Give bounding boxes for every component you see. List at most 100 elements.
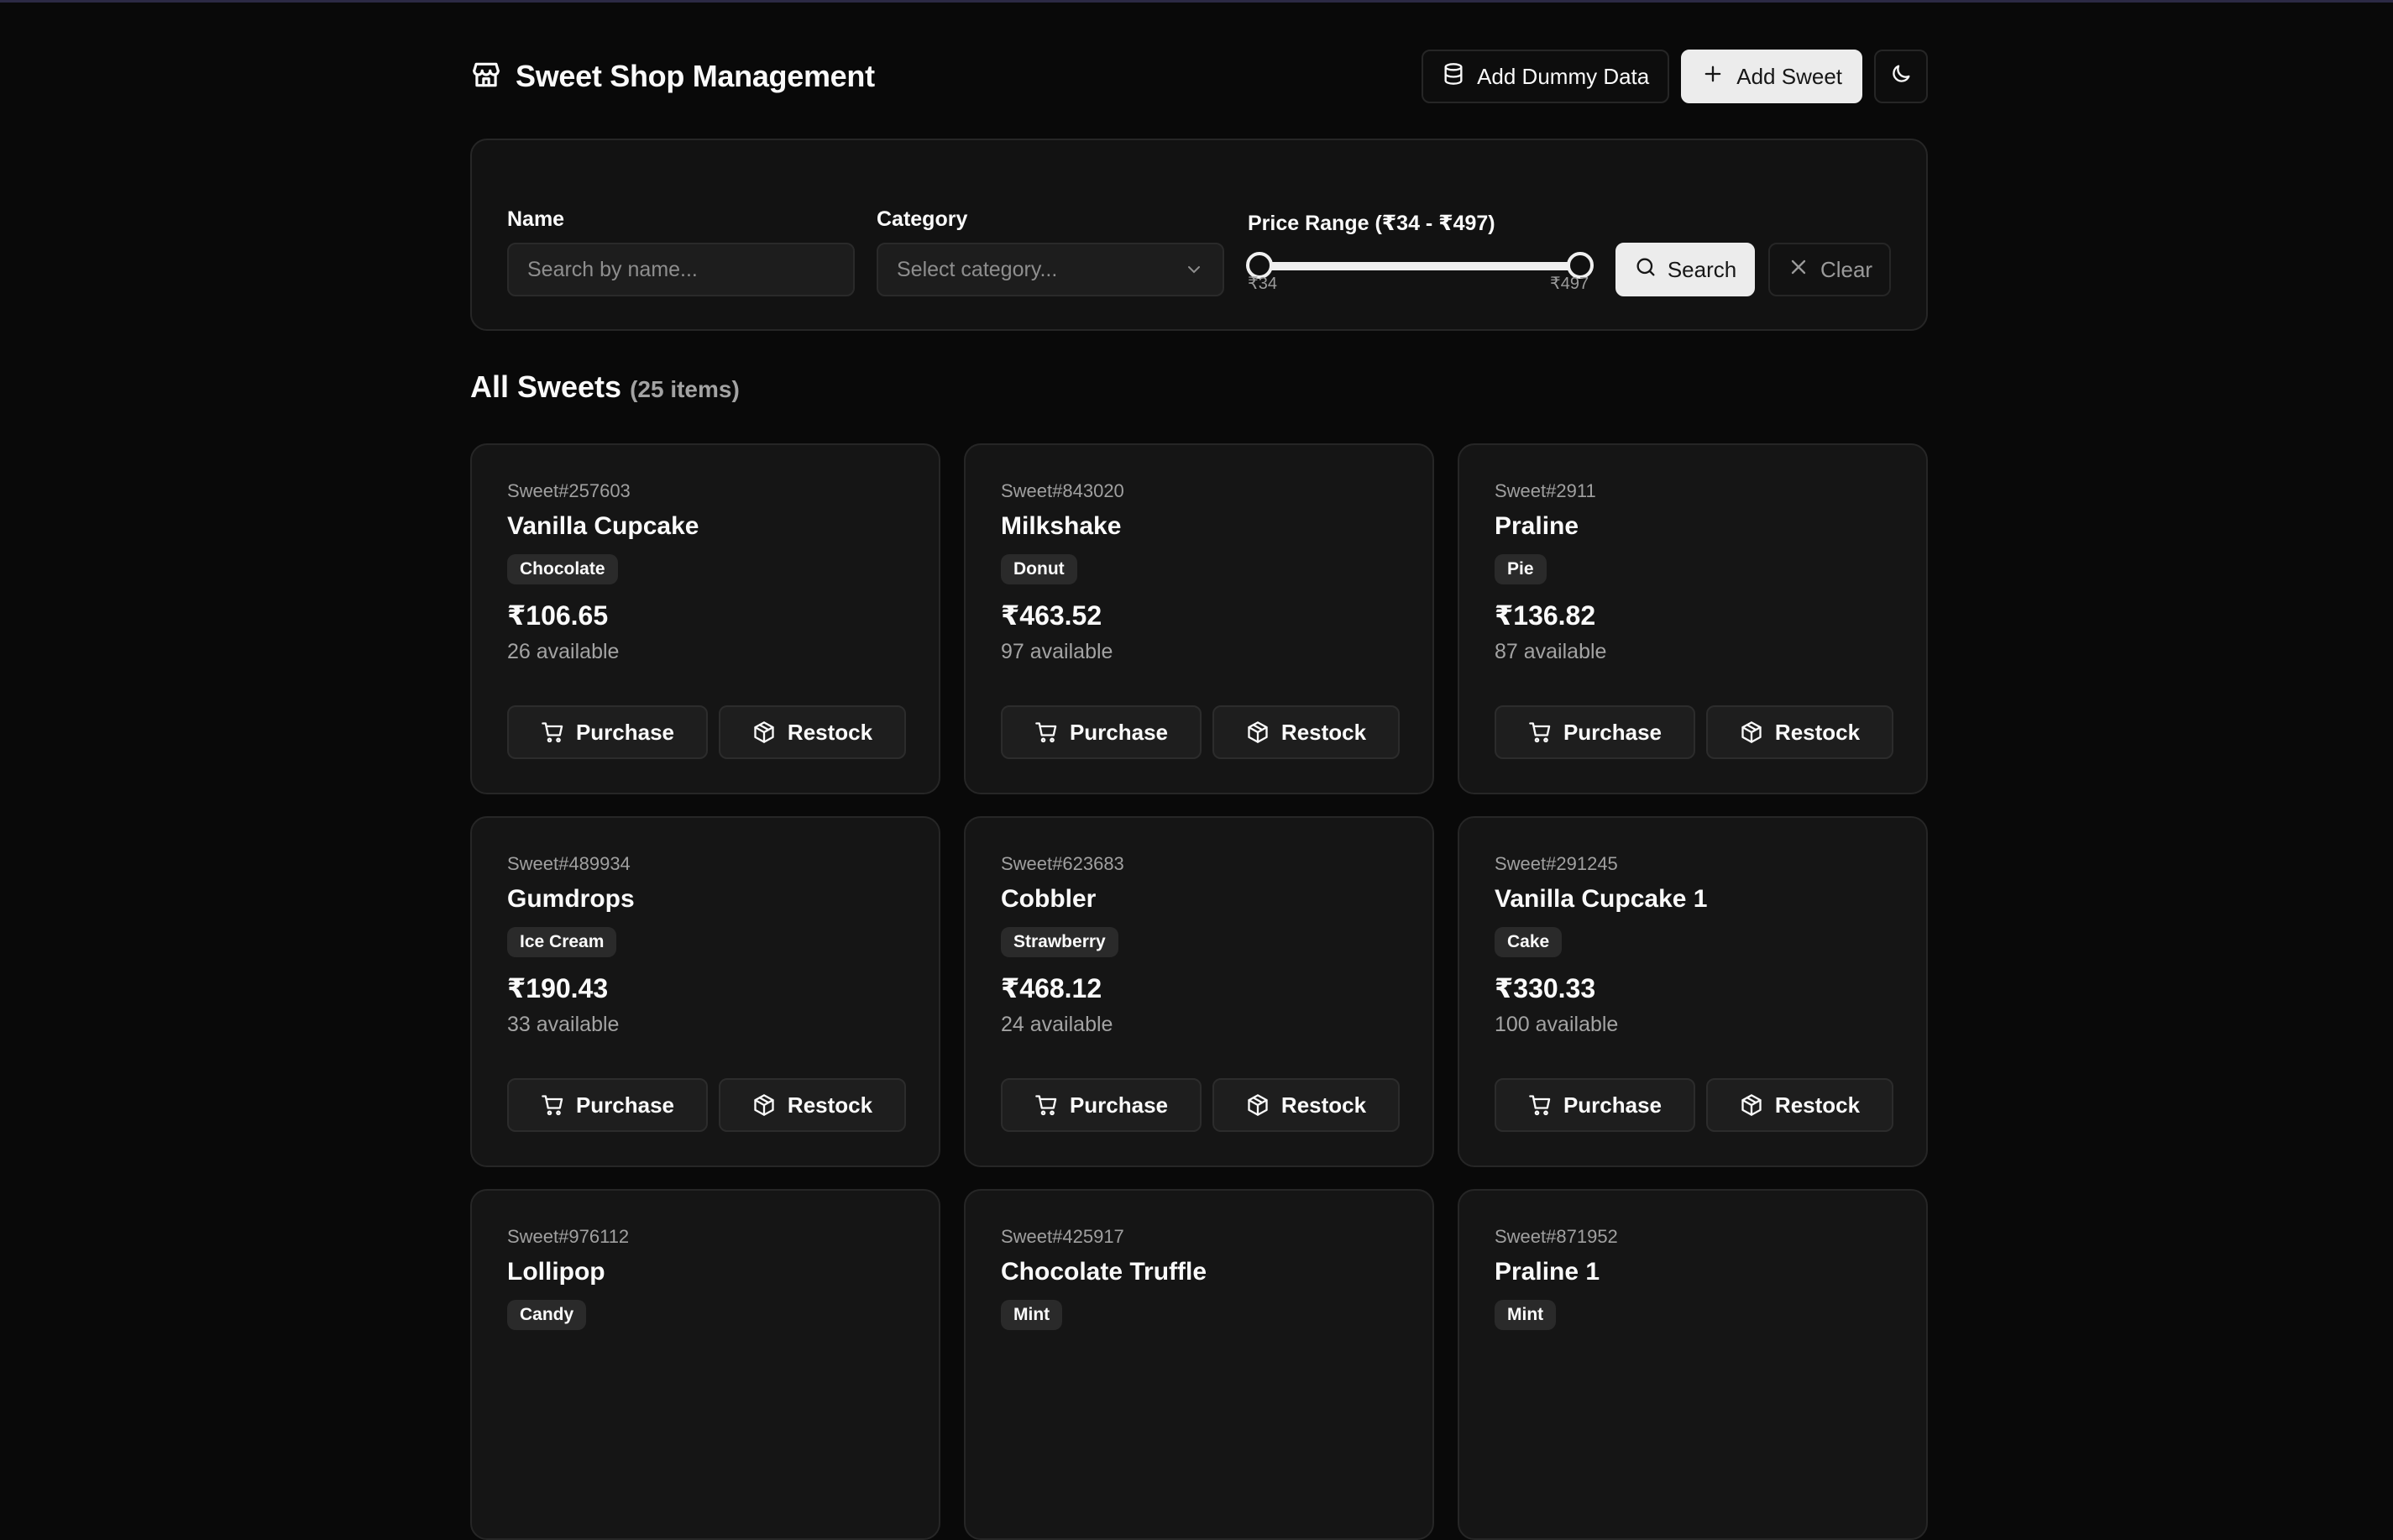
category-badge: Mint — [1495, 1300, 1557, 1330]
clear-button[interactable]: Clear — [1768, 243, 1891, 296]
sweet-card: Sweet#257603 Vanilla Cupcake Chocolate ₹… — [470, 443, 940, 794]
sweet-name: Milkshake — [1001, 512, 1122, 540]
sweet-availability: 33 available — [507, 1013, 620, 1036]
sweet-id: Sweet#623683 — [1001, 853, 1124, 874]
package-icon — [1741, 721, 1762, 743]
purchase-label: Purchase — [575, 719, 675, 745]
purchase-label: Purchase — [1563, 719, 1663, 745]
sweet-id: Sweet#843020 — [1001, 480, 1124, 501]
sweet-card: Sweet#871952 Praline 1 Mint — [1458, 1189, 1928, 1540]
sweet-card: Sweet#489934 Gumdrops Ice Cream ₹190.43 … — [470, 816, 940, 1167]
cart-icon — [1035, 722, 1057, 743]
restock-button[interactable]: Restock — [719, 1078, 906, 1132]
purchase-button[interactable]: Purchase — [1495, 1078, 1695, 1132]
sweet-card: Sweet#976112 Lollipop Candy — [470, 1189, 940, 1540]
store-icon — [470, 59, 502, 95]
cart-icon — [542, 1095, 563, 1116]
search-button[interactable]: Search — [1615, 243, 1755, 296]
category-badge: Cake — [1495, 927, 1563, 957]
sweet-availability: 97 available — [1001, 640, 1113, 663]
sweet-availability: 100 available — [1495, 1013, 1619, 1036]
sweet-id: Sweet#425917 — [1001, 1226, 1124, 1247]
restock-label: Restock — [1280, 719, 1367, 745]
purchase-button[interactable]: Purchase — [507, 1078, 708, 1132]
sweet-id: Sweet#257603 — [507, 480, 631, 501]
purchase-button[interactable]: Purchase — [1495, 705, 1695, 759]
name-placeholder: Search by name... — [527, 257, 698, 281]
close-icon — [1787, 255, 1810, 285]
purchase-button[interactable]: Purchase — [1001, 705, 1202, 759]
category-badge: Ice Cream — [507, 927, 617, 957]
add-sweet-button[interactable]: Add Sweet — [1681, 50, 1862, 103]
moon-icon — [1889, 62, 1913, 92]
category-badge: Mint — [1001, 1300, 1063, 1330]
database-icon — [1442, 62, 1465, 92]
sweet-name: Praline — [1495, 512, 1579, 540]
sweet-price: ₹463.52 — [1001, 600, 1102, 631]
sweet-card: Sweet#843020 Milkshake Donut ₹463.52 97 … — [964, 443, 1434, 794]
category-badge: Pie — [1495, 554, 1547, 584]
price-range-track[interactable] — [1249, 262, 1579, 270]
sweet-price: ₹106.65 — [507, 600, 609, 631]
plus-icon — [1701, 62, 1725, 92]
sweet-price: ₹136.82 — [1495, 600, 1596, 631]
sweet-id: Sweet#976112 — [507, 1226, 630, 1247]
category-label: Category — [877, 207, 968, 231]
sweet-name: Vanilla Cupcake 1 — [1495, 885, 1708, 913]
category-badge: Strawberry — [1001, 927, 1118, 957]
page-title: Sweet Shop Management — [516, 59, 875, 93]
cart-icon — [1529, 722, 1551, 743]
restock-label: Restock — [787, 1092, 873, 1118]
category-badge: Candy — [507, 1300, 587, 1330]
restock-label: Restock — [1774, 1092, 1861, 1118]
top-accent-line — [0, 0, 2393, 3]
sweet-name: Cobbler — [1001, 885, 1097, 913]
cart-icon — [542, 722, 563, 743]
theme-toggle-button[interactable] — [1874, 50, 1928, 103]
section-heading: All Sweets (25 items) — [470, 369, 740, 405]
header-actions: Add Dummy Data Add Sweet — [1422, 50, 1928, 103]
restock-label: Restock — [1774, 719, 1861, 745]
sweet-price: ₹190.43 — [507, 973, 609, 1003]
sweet-name: Vanilla Cupcake — [507, 512, 699, 540]
restock-button[interactable]: Restock — [1706, 1078, 1893, 1132]
package-icon — [754, 1094, 774, 1116]
section-title: All Sweets — [470, 369, 622, 404]
restock-label: Restock — [1280, 1092, 1367, 1118]
name-search-input[interactable]: Search by name... — [507, 243, 855, 296]
price-min-value: ₹34 — [1248, 275, 1277, 293]
name-label: Name — [507, 207, 565, 231]
sweet-id: Sweet#871952 — [1495, 1226, 1618, 1247]
sweet-card: Sweet#425917 Chocolate Truffle Mint — [964, 1189, 1434, 1540]
sweet-name: Praline 1 — [1495, 1258, 1600, 1286]
restock-button[interactable]: Restock — [1212, 705, 1400, 759]
sweet-name: Lollipop — [507, 1258, 605, 1286]
add-sweet-label: Add Sweet — [1736, 63, 1842, 89]
sweet-name: Gumdrops — [507, 885, 635, 913]
sweet-card: Sweet#2911 Praline Pie ₹136.82 87 availa… — [1458, 443, 1928, 794]
package-icon — [1741, 1094, 1762, 1116]
brand: Sweet Shop Management — [470, 59, 875, 95]
add-dummy-data-button[interactable]: Add Dummy Data — [1422, 50, 1670, 103]
chevron-down-icon — [1188, 266, 1200, 274]
search-icon — [1634, 255, 1657, 285]
filter-panel: Name Search by name... Category Select c… — [470, 139, 1928, 331]
purchase-button[interactable]: Purchase — [1001, 1078, 1202, 1132]
restock-button[interactable]: Restock — [719, 705, 906, 759]
restock-button[interactable]: Restock — [1212, 1078, 1400, 1132]
cart-icon — [1529, 1095, 1551, 1116]
price-range-label: Price Range (₹34 - ₹497) — [1248, 212, 1495, 235]
category-select[interactable]: Select category... — [877, 243, 1224, 296]
purchase-label: Purchase — [575, 1092, 675, 1118]
sweet-price: ₹468.12 — [1001, 973, 1102, 1003]
cart-icon — [1035, 1095, 1057, 1116]
sweet-availability: 24 available — [1001, 1013, 1113, 1036]
add-dummy-data-label: Add Dummy Data — [1477, 63, 1650, 89]
purchase-label: Purchase — [1069, 1092, 1169, 1118]
sweet-price: ₹330.33 — [1495, 973, 1596, 1003]
sweet-availability: 87 available — [1495, 640, 1607, 663]
purchase-label: Purchase — [1069, 719, 1169, 745]
purchase-button[interactable]: Purchase — [507, 705, 708, 759]
package-icon — [1248, 1094, 1268, 1116]
restock-button[interactable]: Restock — [1706, 705, 1893, 759]
